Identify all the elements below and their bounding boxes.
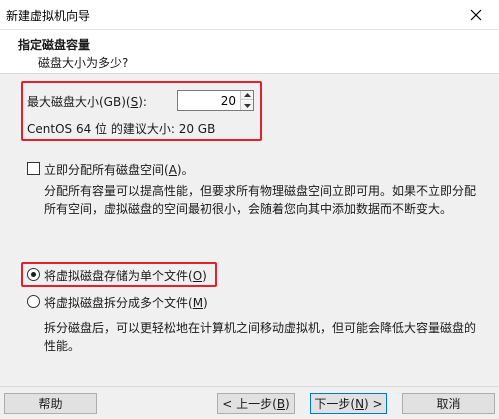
next-button[interactable]: 下一步(N) > bbox=[310, 393, 387, 414]
wizard-footer: 帮助 < 上一步(B) 下一步(N) > 取消 bbox=[0, 386, 499, 419]
multiple-files-description: 拆分磁盘后，可以更轻松地在计算机之间移动虚拟机，但可能会降低大容量磁盘的性能。 bbox=[44, 321, 477, 353]
recommended-size-text: CentOS 64 位 的建议大小: 20 GB bbox=[27, 122, 216, 136]
allocate-now-description: 分配所有容量可以提高性能，但要求所有物理磁盘空间立即可用。如果不立即分配所有空间… bbox=[44, 184, 477, 216]
disk-size-input[interactable] bbox=[178, 91, 240, 110]
multiple-files-radio[interactable] bbox=[27, 295, 40, 308]
close-button[interactable] bbox=[453, 0, 499, 30]
title-bar: 新建虚拟机向导 bbox=[0, 0, 499, 30]
wizard-header: 指定磁盘容量 磁盘大小为多少? bbox=[0, 30, 499, 74]
radio-selected-dot bbox=[31, 272, 36, 277]
disk-size-label: 最大磁盘大小(GB)(S): bbox=[27, 95, 147, 109]
increase-button[interactable] bbox=[241, 91, 253, 100]
allocate-now-label[interactable]: 立即分配所有磁盘空间(A)。 bbox=[44, 161, 194, 178]
help-button[interactable]: 帮助 bbox=[4, 393, 97, 414]
decrease-button[interactable] bbox=[241, 101, 253, 110]
allocate-now-checkbox[interactable] bbox=[27, 162, 40, 175]
back-button[interactable]: < 上一步(B) bbox=[217, 393, 295, 414]
single-file-radio[interactable] bbox=[27, 268, 40, 281]
disk-size-stepper[interactable] bbox=[177, 90, 254, 111]
window-title: 新建虚拟机向导 bbox=[6, 9, 91, 23]
chevron-up-icon bbox=[243, 93, 251, 97]
single-file-label[interactable]: 将虚拟磁盘存储为单个文件(O) bbox=[44, 267, 207, 284]
cancel-button[interactable]: 取消 bbox=[402, 393, 495, 414]
multiple-files-label[interactable]: 将虚拟磁盘拆分成多个文件(M) bbox=[44, 294, 208, 311]
chevron-down-icon bbox=[243, 103, 251, 108]
wizard-body: 最大磁盘大小(GB)(S): CentOS 64 位 的建议大小: 20 GB … bbox=[0, 74, 499, 386]
close-icon bbox=[470, 9, 482, 21]
stepper-buttons bbox=[240, 91, 253, 110]
page-subtitle: 磁盘大小为多少? bbox=[38, 56, 129, 70]
page-title: 指定磁盘容量 bbox=[18, 38, 91, 52]
